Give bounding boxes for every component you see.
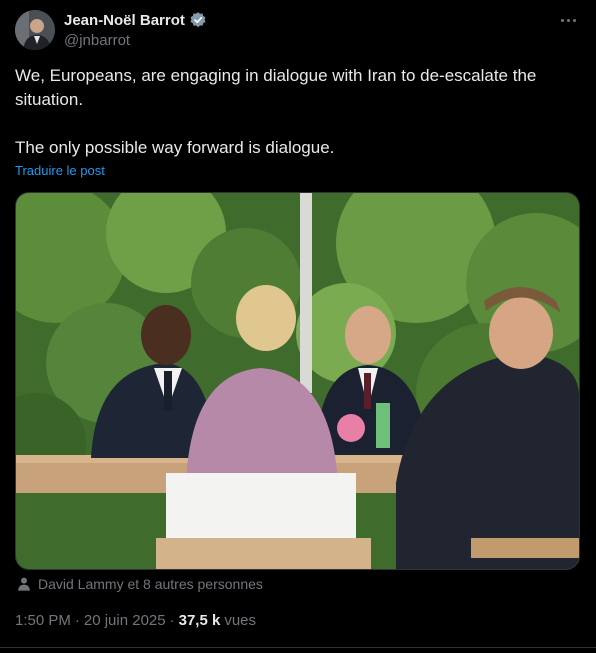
tweet-paragraph-1: We, Europeans, are engaging in dialogue … <box>15 66 537 109</box>
tagged-people-text[interactable]: David Lammy et 8 autres personnes <box>38 576 263 592</box>
author-name-row[interactable]: Jean-Noël Barrot <box>64 10 207 30</box>
person-icon <box>18 577 30 591</box>
tweet-paragraph-2: The only possible way forward is dialogu… <box>15 138 335 157</box>
verified-badge-icon <box>189 11 207 29</box>
tweet-meta: 1:50 PM · 20 juin 2025 · 37,5 k vues <box>15 612 256 629</box>
author-avatar[interactable] <box>15 10 55 50</box>
tweet-text: We, Europeans, are engaging in dialogue … <box>15 64 575 160</box>
meeting-photo <box>16 193 579 569</box>
avatar-image <box>15 10 55 50</box>
meta-separator: · <box>74 612 80 629</box>
author-display-name[interactable]: Jean-Noël Barrot <box>64 12 185 29</box>
divider <box>0 647 596 648</box>
author-handle[interactable]: @jnbarrot <box>64 32 130 49</box>
tagged-people[interactable]: David Lammy et 8 autres personnes <box>16 576 263 592</box>
tweet-time[interactable]: 1:50 PM <box>15 612 71 629</box>
more-options-icon[interactable] <box>556 8 580 32</box>
translate-post-link[interactable]: Traduire le post <box>15 163 105 178</box>
meta-separator: · <box>169 612 175 629</box>
views-label: vues <box>224 612 257 629</box>
views-count: 37,5 k <box>178 612 221 629</box>
tweet-photo[interactable] <box>15 192 580 570</box>
tweet[interactable]: Jean-Noël Barrot @jnbarrot We, Europeans… <box>0 0 596 653</box>
tweet-date[interactable]: 20 juin 2025 <box>84 612 166 629</box>
